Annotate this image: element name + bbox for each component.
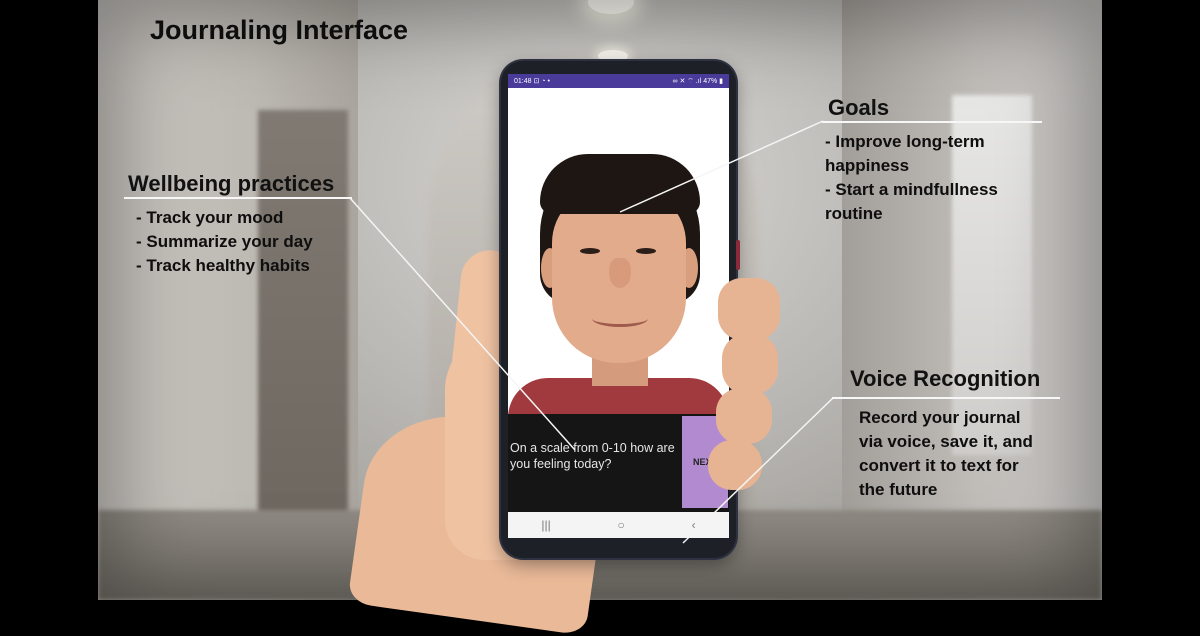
wellbeing-list: - Track your mood - Summarize your day -…	[136, 206, 313, 278]
wellbeing-rule	[124, 197, 352, 199]
user-eye	[580, 248, 600, 254]
voice-line: via voice, save it, and	[859, 432, 1033, 451]
voice-line: convert it to text for	[859, 456, 1019, 475]
voice-rule	[832, 397, 1060, 399]
user-bangs	[540, 154, 700, 214]
home-icon[interactable]: ○	[618, 518, 625, 532]
prompt-panel: On a scale from 0-10 how are you feeling…	[508, 414, 729, 512]
goals-item: - Start a mindfullness	[825, 180, 998, 199]
voice-line: the future	[859, 480, 938, 499]
phone-screen: 01:48 ⊡ ◔ • ∞ ✕ ⌔ .ıl 47% ▮ On a scale f…	[508, 74, 729, 538]
page-title: Journaling Interface	[150, 15, 409, 45]
hand-finger	[716, 388, 772, 444]
wellbeing-item: - Summarize your day	[136, 232, 313, 251]
voice-description: Record your journal via voice, save it, …	[859, 406, 1033, 502]
hand-finger	[722, 334, 778, 394]
goals-rule	[822, 121, 1042, 123]
user-eye	[636, 248, 656, 254]
hand-finger	[718, 278, 780, 340]
voice-heading: Voice Recognition	[850, 366, 1041, 391]
status-time: 01:48	[514, 78, 532, 85]
goals-item: happiness	[825, 156, 910, 175]
back-icon[interactable]: ‹	[692, 518, 696, 532]
user-nose	[609, 258, 631, 288]
android-nav-bar: ||| ○ ‹	[508, 512, 729, 538]
wellbeing-item: - Track healthy habits	[136, 256, 310, 275]
wellbeing-item: - Track your mood	[136, 208, 284, 227]
mood-question: On a scale from 0-10 how are you feeling…	[510, 441, 675, 471]
hand-finger	[708, 440, 762, 490]
voice-line: Record your journal	[859, 408, 1021, 427]
status-bar: 01:48 ⊡ ◔ • ∞ ✕ ⌔ .ıl 47% ▮	[508, 74, 729, 88]
user-mouth	[592, 310, 648, 327]
status-notification-icons: ⊡ ◔ •	[533, 78, 550, 85]
status-system-icons: ∞ ✕ ⌔ .ıl 47% ▮	[672, 77, 723, 85]
wellbeing-heading: Wellbeing practices	[128, 171, 335, 196]
goals-item: routine	[825, 204, 883, 223]
goals-list: - Improve long-term happiness - Start a …	[825, 130, 998, 226]
goals-heading: Goals	[828, 95, 890, 120]
phone-side-button	[736, 240, 740, 270]
recent-apps-icon[interactable]: |||	[541, 518, 550, 532]
goals-item: - Improve long-term	[825, 132, 985, 151]
camera-preview	[508, 88, 729, 414]
